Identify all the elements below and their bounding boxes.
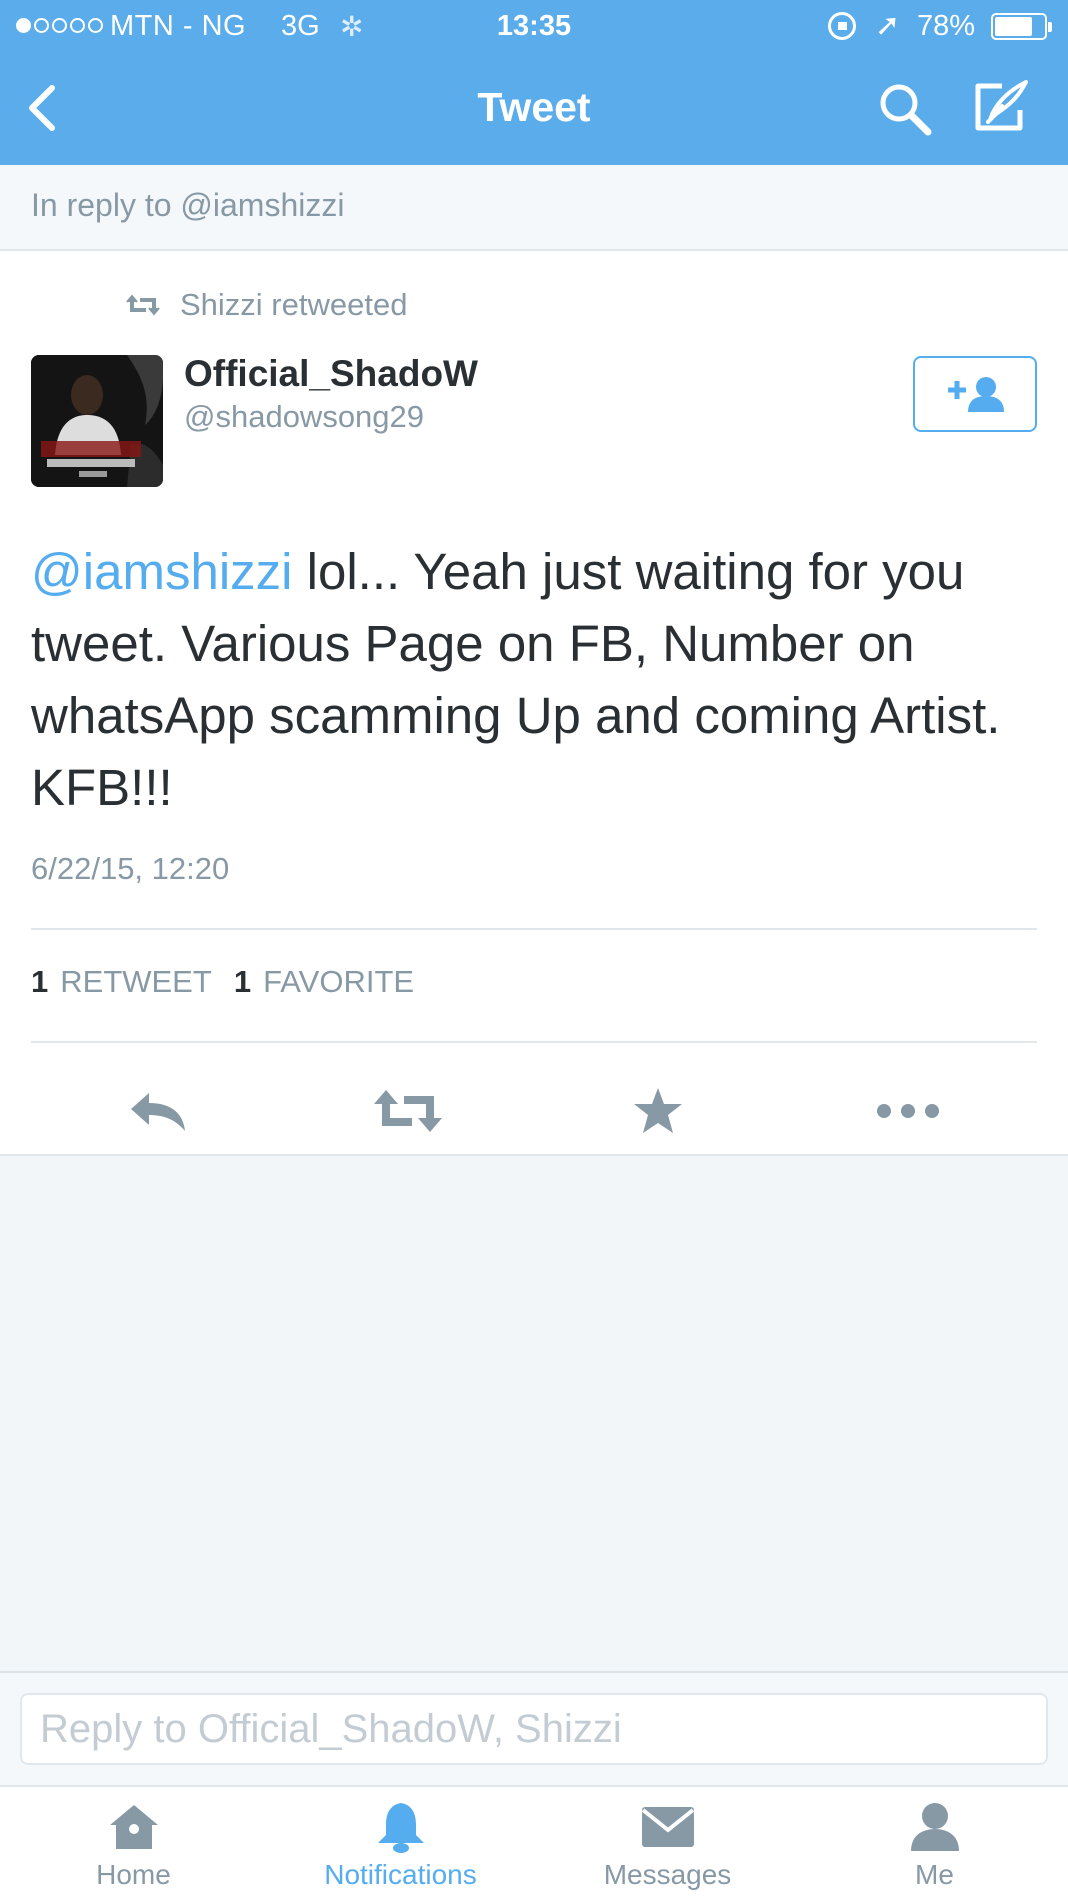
reply-button[interactable] xyxy=(118,1071,198,1151)
tab-label: Me xyxy=(915,1859,954,1890)
retweet-count: 1 xyxy=(31,964,49,999)
search-icon xyxy=(880,84,932,136)
tweet-text: @iamshizzi lol... Yeah just waiting for … xyxy=(31,536,1041,824)
person-icon xyxy=(910,1803,959,1851)
retweet-icon xyxy=(126,294,160,316)
envelope-icon xyxy=(641,1807,694,1847)
tab-label: Home xyxy=(96,1859,171,1890)
compose-icon xyxy=(975,80,1028,131)
battery-icon xyxy=(991,13,1052,40)
tab-notifications[interactable]: Notifications xyxy=(267,1787,534,1899)
avatar[interactable] xyxy=(31,355,163,487)
search-button[interactable] xyxy=(876,80,934,138)
status-bar: MTN - NG 3G ✲ 13:35 ➚ 78% xyxy=(0,0,1068,54)
reply-context-bar[interactable]: In reply to @iamshizzi xyxy=(0,165,1068,251)
follow-button[interactable] xyxy=(913,356,1037,432)
more-button[interactable] xyxy=(868,1071,948,1151)
avatar-image xyxy=(31,355,163,487)
rotation-lock-icon xyxy=(828,12,856,40)
tab-bar: Home Notifications Messages Me xyxy=(0,1785,1068,1899)
retweet-label: RETWEET xyxy=(60,964,212,999)
retweet-button[interactable] xyxy=(368,1071,448,1151)
tab-messages[interactable]: Messages xyxy=(534,1787,801,1899)
reply-icon xyxy=(131,1093,185,1131)
tab-home[interactable]: Home xyxy=(0,1787,267,1899)
tweet-actions xyxy=(0,1071,1068,1151)
user-handle[interactable]: @shadowsong29 xyxy=(184,399,424,435)
home-icon xyxy=(109,1805,158,1849)
favorite-button[interactable] xyxy=(618,1071,698,1151)
tab-label: Notifications xyxy=(324,1859,477,1890)
retweeted-by-text: Shizzi retweeted xyxy=(180,287,408,322)
display-name[interactable]: Official_ShadoW xyxy=(184,353,478,395)
add-user-icon xyxy=(948,377,1004,412)
bell-icon xyxy=(377,1803,424,1853)
reply-input[interactable] xyxy=(20,1693,1048,1765)
favorite-count: 1 xyxy=(233,964,252,999)
mention-link[interactable]: @iamshizzi xyxy=(31,543,292,600)
compose-button[interactable] xyxy=(972,76,1032,136)
retweet-icon xyxy=(374,1090,442,1132)
divider xyxy=(31,928,1037,930)
reply-composer xyxy=(0,1671,1068,1785)
tweet-detail: Shizzi retweeted Official_ShadoW @shadow… xyxy=(0,251,1068,1156)
tab-me[interactable]: Me xyxy=(801,1787,1068,1899)
star-icon xyxy=(634,1088,682,1133)
tweet-stats: 1 RETWEET 1 FAVORITE xyxy=(31,964,414,1000)
favorite-stat[interactable]: 1 FAVORITE xyxy=(234,964,414,1000)
tweet-timestamp: 6/22/15, 12:20 xyxy=(31,851,230,886)
retweeted-by-line[interactable]: Shizzi retweeted xyxy=(126,287,407,323)
status-time: 13:35 xyxy=(496,10,572,42)
more-icon xyxy=(877,1104,939,1118)
reply-context-text: In reply to @iamshizzi xyxy=(31,187,345,223)
tab-label: Messages xyxy=(603,1859,732,1890)
retweet-stat[interactable]: 1 RETWEET xyxy=(31,964,212,1000)
favorite-label: FAVORITE xyxy=(263,964,415,999)
location-arrow-icon: ➚ xyxy=(875,9,901,42)
battery-percent: 78% xyxy=(917,10,976,42)
nav-header: MTN - NG 3G ✲ 13:35 ➚ 78% Tweet xyxy=(0,0,1068,165)
divider xyxy=(31,1041,1037,1043)
